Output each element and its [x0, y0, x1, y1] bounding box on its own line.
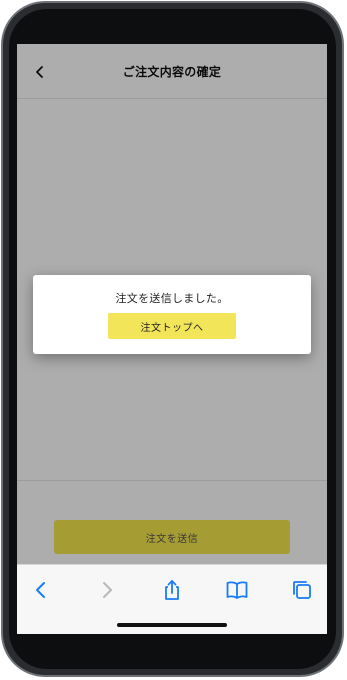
share-icon[interactable]: [160, 578, 184, 602]
tabs-icon[interactable]: [290, 578, 314, 602]
home-indicator: [117, 623, 227, 627]
order-top-button[interactable]: 注文トップへ: [108, 313, 236, 339]
confirmation-dialog: 注文を送信しました。 注文トップへ: [33, 275, 311, 354]
bookmarks-icon[interactable]: [225, 578, 249, 602]
dialog-message: 注文を送信しました。: [115, 292, 229, 305]
forward-arrow-icon[interactable]: [95, 578, 119, 602]
back-arrow-icon[interactable]: [29, 578, 53, 602]
browser-toolbar: [17, 564, 327, 634]
screen: ご注文内容の確定 注文を送信 注文を送信しました。 注文トップへ: [17, 44, 327, 634]
